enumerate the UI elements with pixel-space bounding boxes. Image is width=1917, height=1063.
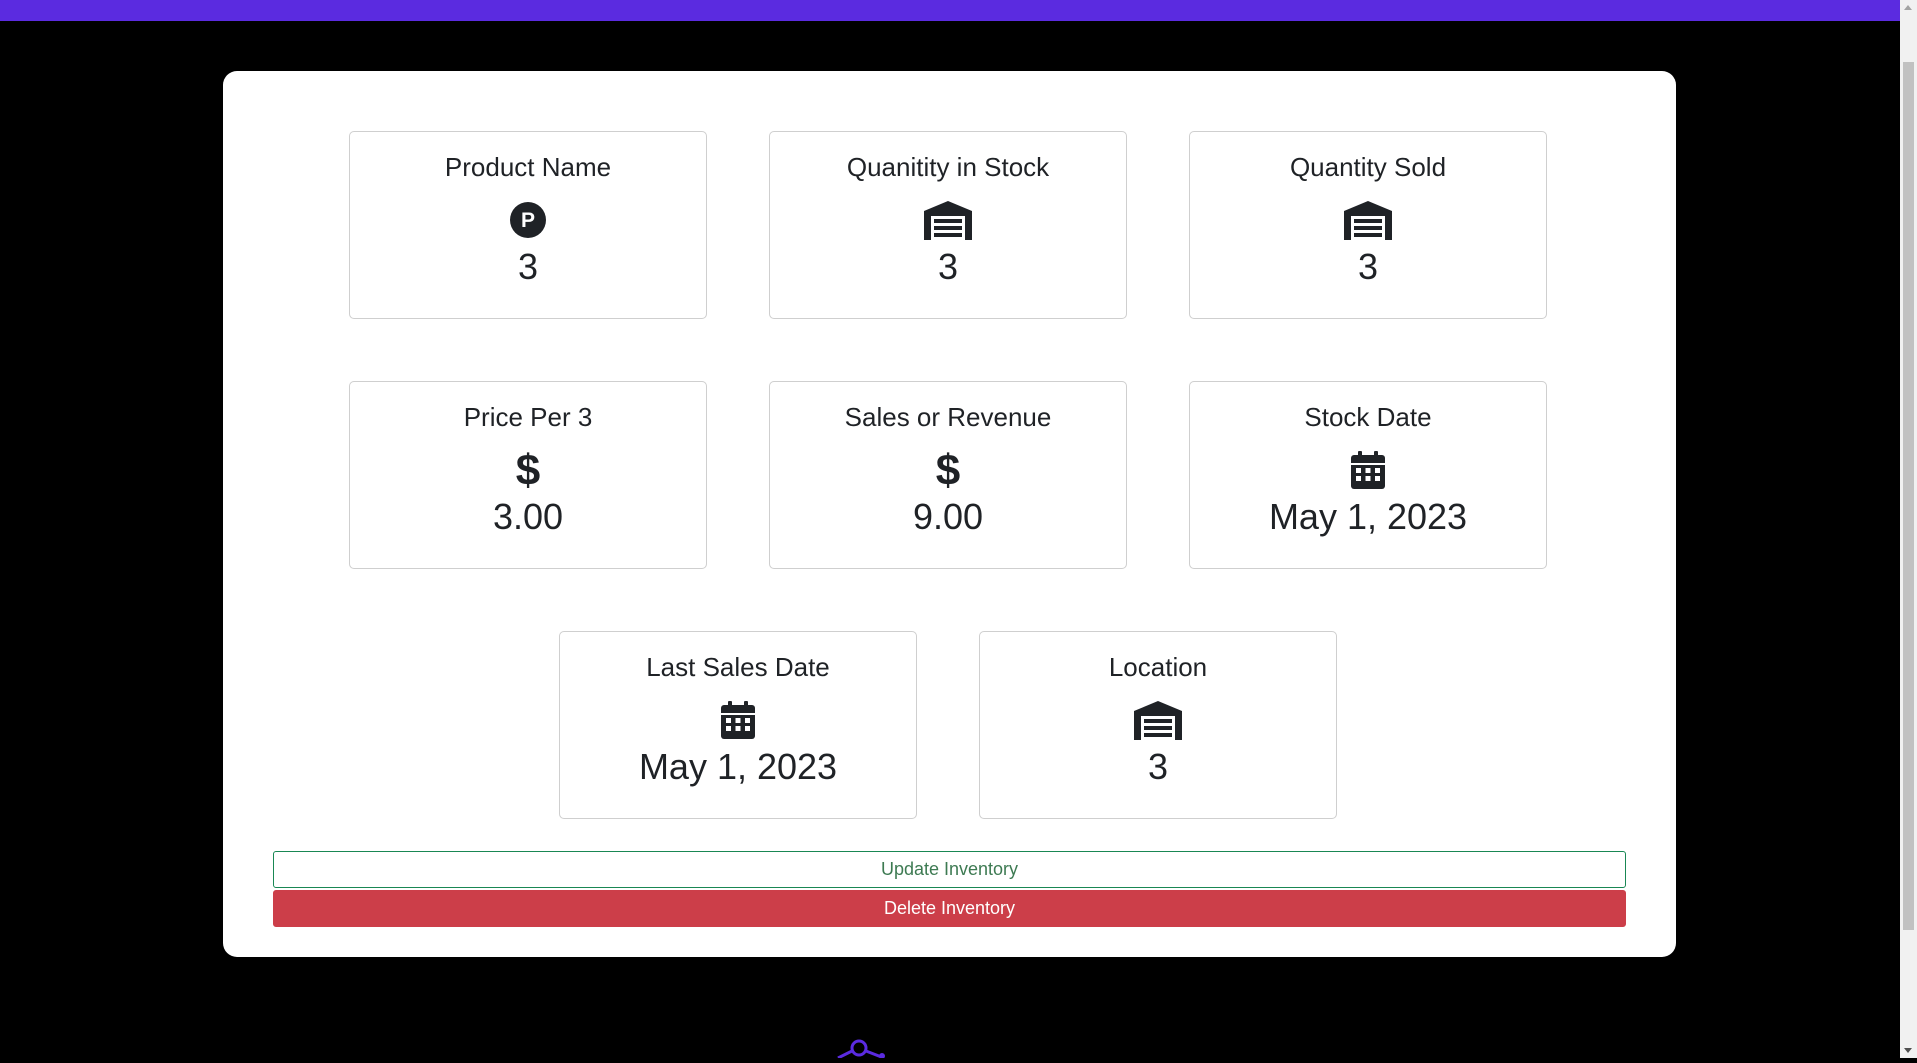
card-value: 3.00 [492, 496, 564, 537]
svg-text:$: $ [516, 448, 540, 492]
quantity-sold-card: Quantity Sold 3 [1189, 131, 1547, 319]
page-scrollbar[interactable] [1900, 0, 1917, 1058]
card-value: 3 [1357, 246, 1379, 287]
inventory-detail-panel: Product Name P 3 Quanitity in Stock 3 Qu… [223, 71, 1676, 957]
card-label: Stock Date [1304, 402, 1432, 432]
sales-revenue-card: Sales or Revenue $ 9.00 [769, 381, 1127, 569]
card-label: Sales or Revenue [844, 402, 1052, 432]
warehouse-icon [1190, 200, 1546, 240]
card-label: Product Name [444, 152, 612, 182]
dollar-icon: $ [350, 448, 706, 492]
location-card: Location 3 [979, 631, 1337, 819]
dollar-icon: $ [770, 448, 1126, 492]
price-per-card: Price Per 3 $ 3.00 [349, 381, 707, 569]
parking-circle-icon: P [350, 200, 706, 240]
calendar-icon [560, 700, 916, 740]
scrollbar-thumb[interactable] [1903, 62, 1914, 930]
card-label: Price Per 3 [463, 402, 593, 432]
card-label: Location [1108, 652, 1208, 682]
quantity-in-stock-card: Quanitity in Stock 3 [769, 131, 1127, 319]
footer-logo-icon [836, 1036, 906, 1060]
card-value: 9.00 [912, 496, 984, 537]
card-value: May 1, 2023 [1268, 496, 1468, 537]
card-value: 3 [517, 246, 539, 287]
card-label: Last Sales Date [646, 652, 830, 682]
top-navbar [0, 0, 1900, 21]
card-label: Quanitity in Stock [846, 152, 1050, 182]
svg-text:$: $ [936, 448, 960, 492]
card-label: Quantity Sold [1289, 152, 1447, 182]
card-value: May 1, 2023 [638, 746, 838, 787]
update-inventory-button[interactable]: Update Inventory [273, 851, 1626, 888]
calendar-icon [1190, 450, 1546, 490]
scroll-up-arrow-icon[interactable] [1904, 5, 1912, 10]
card-value: 3 [1147, 746, 1169, 787]
delete-inventory-button[interactable]: Delete Inventory [273, 890, 1626, 927]
scroll-down-arrow-icon[interactable] [1904, 1048, 1912, 1053]
warehouse-icon [770, 200, 1126, 240]
svg-text:P: P [521, 209, 535, 232]
card-value: 3 [937, 246, 959, 287]
last-sales-date-card: Last Sales Date May 1, 2023 [559, 631, 917, 819]
product-name-card: Product Name P 3 [349, 131, 707, 319]
stock-date-card: Stock Date May 1, 2023 [1189, 381, 1547, 569]
warehouse-icon [980, 700, 1336, 740]
